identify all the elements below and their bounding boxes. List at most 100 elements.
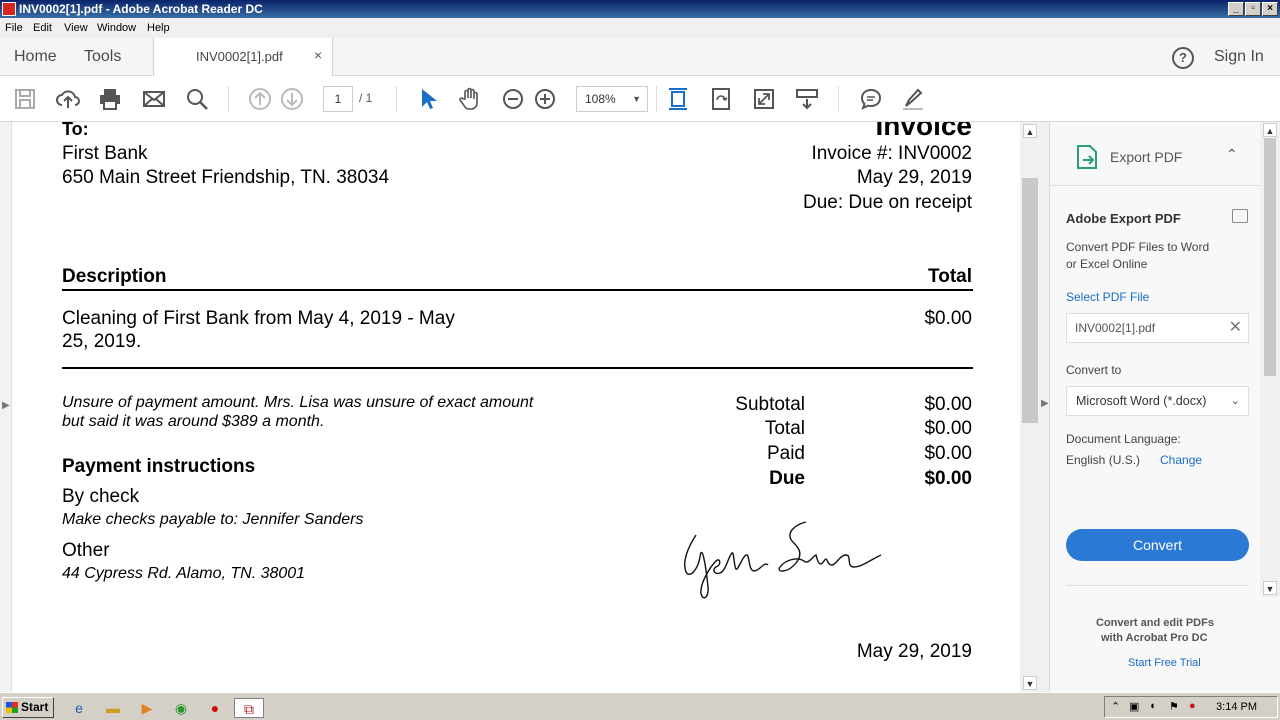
invoice-number: Invoice #: INV0002 <box>811 143 972 164</box>
items-rule <box>62 367 973 369</box>
acrobat-taskbar-icon[interactable]: ⧉ <box>234 698 264 718</box>
comment-icon[interactable] <box>858 86 884 112</box>
media-player-icon[interactable]: ▶ <box>134 698 160 718</box>
clock[interactable]: 3:14 PM <box>1216 701 1257 713</box>
clear-file-icon[interactable]: ✕ <box>1229 314 1242 342</box>
left-panel-toggle[interactable]: ▶ <box>0 122 12 692</box>
change-language-link[interactable]: Change <box>1160 453 1202 467</box>
document-scrollbar[interactable]: ▲ ▼ <box>1020 122 1040 692</box>
check-payable-text: Make checks payable to: Jennifer Sanders <box>62 511 364 528</box>
due-value: $0.00 <box>924 468 972 489</box>
folder-icon[interactable]: ▬ <box>100 698 126 718</box>
other-label: Other <box>62 540 110 561</box>
toolbar-divider <box>396 86 397 112</box>
menu-help[interactable]: Help <box>147 18 170 38</box>
pane-scrollbar-thumb[interactable] <box>1264 138 1276 376</box>
total-header: Total <box>928 266 972 287</box>
subtotal-label: Subtotal <box>735 394 805 415</box>
scrollbar-thumb[interactable] <box>1022 178 1038 423</box>
pane-scroll-down-icon[interactable]: ▼ <box>1263 581 1277 595</box>
restore-button[interactable]: ▫ <box>1245 2 1261 16</box>
expand-left-icon: ▶ <box>2 400 10 411</box>
line-item-description-2: 25, 2019. <box>62 331 142 352</box>
window-title-bar: INV0002[1].pdf - Adobe Acrobat Reader DC… <box>0 0 1280 18</box>
show-hidden-icons-icon[interactable]: ⌃ <box>1111 700 1120 713</box>
promo-line-2: with Acrobat Pro DC <box>1101 632 1208 644</box>
internet-explorer-icon[interactable]: e <box>66 698 92 718</box>
menu-view[interactable]: View <box>64 18 88 38</box>
highlight-pen-icon[interactable] <box>900 86 926 112</box>
tools-tab[interactable]: Tools <box>84 48 121 66</box>
copy-icon[interactable] <box>1232 209 1248 223</box>
recipient-address: 650 Main Street Friendship, TN. 38034 <box>62 167 390 188</box>
scroll-up-icon[interactable]: ▲ <box>1023 124 1037 138</box>
page-number-input[interactable]: 1 <box>323 86 353 112</box>
export-pdf-pane: ▶ Export PDF ⌃ Adobe Export PDF Convert … <box>1040 122 1280 692</box>
convert-button[interactable]: Convert <box>1066 529 1249 561</box>
menu-edit[interactable]: Edit <box>33 18 52 38</box>
home-tab[interactable]: Home <box>14 48 57 66</box>
invoice-due-terms: Due: Due on receipt <box>803 192 972 213</box>
select-pdf-file-link[interactable]: Select PDF File <box>1066 290 1149 304</box>
volume-icon[interactable]: ◖ <box>1149 700 1156 712</box>
fit-page-icon[interactable] <box>665 86 691 112</box>
signature-date: May 29, 2019 <box>856 641 972 662</box>
convert-format-select[interactable]: Microsoft Word (*.docx) ⌄ <box>1066 386 1249 416</box>
start-button[interactable]: Start <box>2 697 54 718</box>
search-icon[interactable] <box>184 86 210 112</box>
promo-line-1: Convert and edit PDFs <box>1096 617 1214 629</box>
email-icon[interactable] <box>141 86 167 112</box>
selected-file-field[interactable]: INV0002[1].pdf ✕ <box>1066 313 1249 343</box>
payment-note-2: but said it was around $389 a month. <box>62 413 325 430</box>
hand-tool-icon[interactable] <box>457 86 483 112</box>
full-screen-icon[interactable] <box>751 86 777 112</box>
menu-window[interactable]: Window <box>97 18 136 38</box>
header-rule <box>62 289 973 291</box>
due-label: Due <box>769 468 805 489</box>
right-pane-toggle[interactable]: ▶ <box>1040 122 1050 692</box>
document-language-label: Document Language: <box>1066 432 1181 446</box>
export-pdf-header[interactable]: Export PDF ⌃ <box>1050 122 1260 186</box>
recipient-name: First Bank <box>62 143 148 164</box>
save-icon[interactable] <box>12 86 38 112</box>
close-tab-icon[interactable]: × <box>314 47 322 63</box>
rotate-page-icon[interactable] <box>708 86 734 112</box>
scroll-down-icon[interactable]: ▼ <box>1023 676 1037 690</box>
by-check-label: By check <box>62 486 140 507</box>
help-icon[interactable]: ? <box>1172 47 1194 69</box>
export-desc-1: Convert PDF Files to Word <box>1066 240 1210 254</box>
chrome-icon[interactable]: ◉ <box>168 698 194 718</box>
select-cursor-icon[interactable] <box>414 86 440 112</box>
pdf-page: To: First Bank 650 Main Street Friendshi… <box>13 122 1020 692</box>
pane-scrollbar[interactable]: ▲ ▼ <box>1260 122 1280 597</box>
total-value: $0.00 <box>924 418 972 439</box>
document-viewer[interactable]: ▶ To: First Bank 650 Main Street Friends… <box>0 122 1040 692</box>
scroll-mode-icon[interactable] <box>794 86 820 112</box>
pane-scroll-up-icon[interactable]: ▲ <box>1263 123 1277 137</box>
zoom-out-icon[interactable] <box>500 86 526 112</box>
invoice-date: May 29, 2019 <box>856 167 972 188</box>
system-tray: ⌃ ▣ ◖ ⚑ ● 3:14 PM <box>1104 696 1278 718</box>
document-tab[interactable]: INV0002[1].pdf × <box>153 38 333 77</box>
zoom-level-select[interactable]: 108% ▼ <box>576 86 648 112</box>
next-page-icon[interactable] <box>279 86 305 112</box>
chevron-down-icon: ▼ <box>632 94 641 104</box>
upload-cloud-icon[interactable] <box>55 86 81 112</box>
print-icon[interactable] <box>97 86 123 112</box>
sign-in-link[interactable]: Sign In <box>1214 48 1264 66</box>
network-icon[interactable]: ▣ <box>1129 700 1139 713</box>
collapse-pane-icon: ▶ <box>1041 398 1049 409</box>
previous-page-icon[interactable] <box>247 86 273 112</box>
export-pdf-title: Adobe Export PDF <box>1066 211 1181 226</box>
menu-file[interactable]: File <box>5 18 23 38</box>
close-window-button[interactable]: × <box>1262 2 1278 16</box>
chevron-up-icon[interactable]: ⌃ <box>1226 146 1238 163</box>
flag-tray-icon[interactable]: ⚑ <box>1169 700 1179 713</box>
page-total: / 1 <box>359 91 373 105</box>
zoom-in-icon[interactable] <box>532 86 558 112</box>
minimize-button[interactable]: _ <box>1228 2 1244 16</box>
toolbar-divider <box>656 86 657 112</box>
opera-icon[interactable]: ● <box>202 698 228 718</box>
error-tray-icon[interactable]: ● <box>1189 700 1196 712</box>
start-free-trial-link[interactable]: Start Free Trial <box>1128 657 1201 669</box>
